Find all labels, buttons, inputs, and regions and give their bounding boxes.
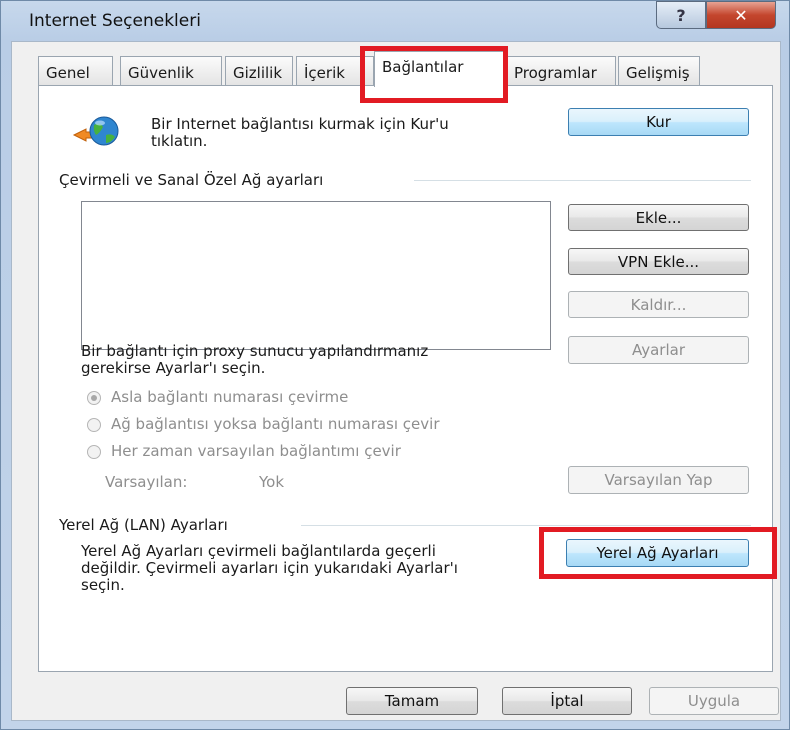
setup-button[interactable]: Kur [568, 108, 749, 136]
window-title: Internet Seçenekleri [29, 11, 201, 31]
tab-general[interactable]: Genel [38, 56, 113, 86]
tab-content[interactable]: İçerik [296, 56, 374, 86]
setup-text-line1: Bir Internet bağlantısı kurmak için Kur'… [151, 115, 449, 133]
internet-options-window: Internet Seçenekleri ? ✕ Genel Güvenlik … [0, 0, 790, 730]
group-divider [414, 180, 751, 181]
close-button[interactable]: ✕ [706, 1, 776, 29]
dialup-group-title: Çevirmeli ve Sanal Özel Ağ ayarları [59, 171, 324, 189]
tab-programs[interactable]: Programlar [506, 56, 616, 86]
proxy-text-line1: Bir bağlantı için proxy sunucu yapılandı… [81, 342, 429, 360]
connections-listbox[interactable] [81, 201, 551, 350]
default-value: Yok [259, 473, 285, 491]
connections-panel: Bir Internet bağlantısı kurmak için Kur'… [38, 85, 773, 672]
tab-security[interactable]: Güvenlik [120, 56, 222, 86]
proxy-text-line2: gerekirse Ayarlar'ı seçin. [81, 359, 266, 377]
lan-text-line2: değildir. Çevirmeli ayarları için yukarı… [81, 559, 458, 577]
help-button[interactable]: ? [656, 1, 706, 29]
default-label: Varsayılan: [105, 473, 188, 491]
proxy-settings-button[interactable]: Ayarlar [568, 336, 749, 364]
radio-never-dial[interactable] [87, 391, 101, 405]
group-divider [301, 525, 751, 526]
radio-dial-when-no-network[interactable] [87, 418, 101, 432]
add-button[interactable]: Ekle... [568, 204, 749, 231]
apply-button[interactable]: Uygula [649, 687, 779, 715]
lan-text-line1: Yerel Ağ Ayarları çevirmeli bağlantılard… [81, 542, 436, 560]
setup-text-line2: tıklatın. [151, 132, 208, 150]
lan-group-title: Yerel Ağ (LAN) Ayarları [59, 516, 228, 534]
radio-dial-when-no-network-label: Ağ bağlantısı yoksa bağlantı numarası çe… [111, 415, 440, 433]
tab-advanced[interactable]: Gelişmiş [618, 56, 700, 86]
radio-always-dial[interactable] [87, 445, 101, 459]
cancel-button[interactable]: İptal [502, 687, 632, 715]
tab-connections[interactable]: Bağlantılar [374, 51, 506, 87]
remove-button[interactable]: Kaldır... [568, 291, 749, 318]
globe-connection-icon [72, 116, 119, 146]
radio-never-dial-label: Asla bağlantı numarası çevirme [111, 388, 349, 406]
lan-settings-button[interactable]: Yerel Ağ Ayarları [566, 539, 749, 567]
lan-text-line3: seçin. [81, 576, 125, 594]
ok-button[interactable]: Tamam [346, 687, 478, 715]
add-vpn-button[interactable]: VPN Ekle... [568, 248, 749, 275]
tab-privacy[interactable]: Gizlilik [225, 56, 293, 86]
set-default-button[interactable]: Varsayılan Yap [568, 466, 749, 494]
radio-always-dial-label: Her zaman varsayılan bağlantımı çevir [111, 442, 401, 460]
